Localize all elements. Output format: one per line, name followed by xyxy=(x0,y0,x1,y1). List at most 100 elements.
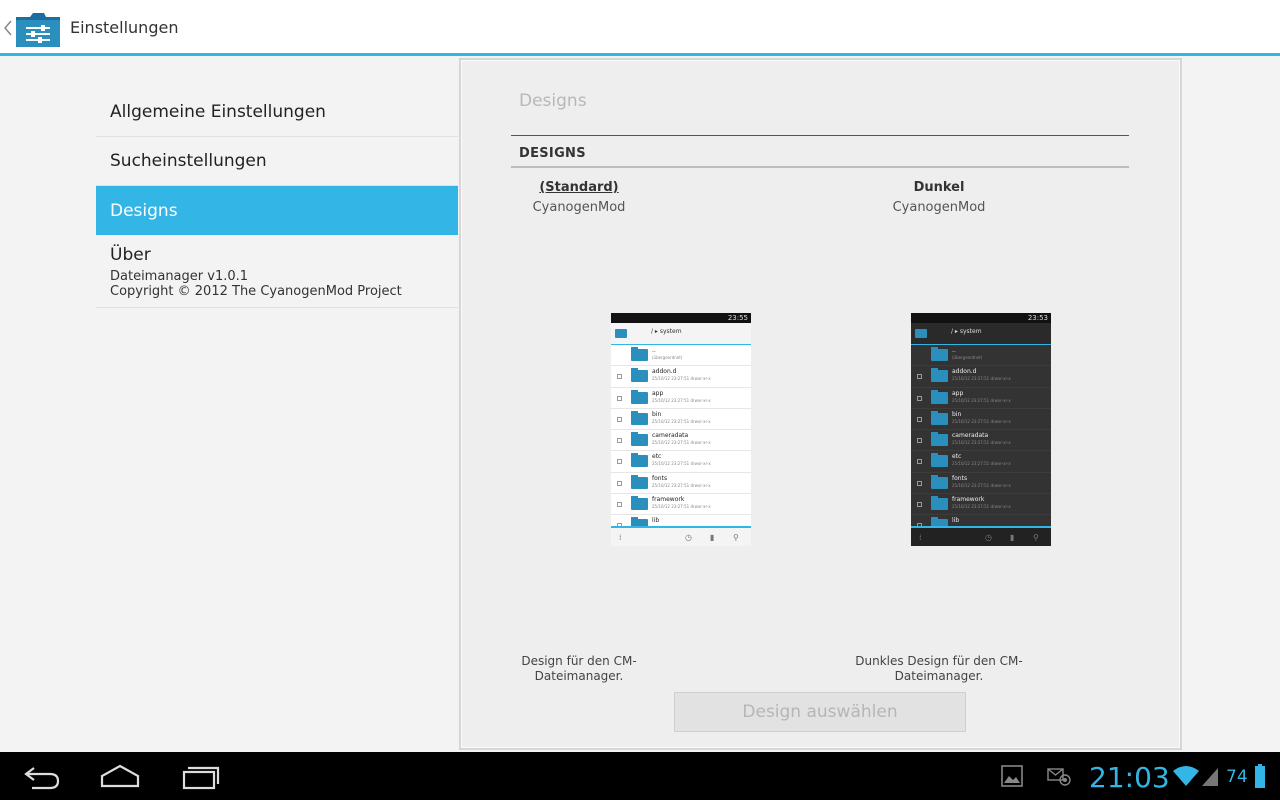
gallery-notification-icon[interactable] xyxy=(1000,764,1024,788)
preview-file-name: app xyxy=(952,389,964,397)
folder-icon xyxy=(931,432,948,447)
select-design-button[interactable]: Design auswählen xyxy=(674,692,966,732)
preview-history-icon: ◷ xyxy=(685,533,692,542)
header-title: Sucheinstellungen xyxy=(110,151,267,171)
app-settings-icon xyxy=(16,13,60,47)
preview-file-meta: (übergeordnet) xyxy=(652,355,683,360)
mail-notification-icon[interactable] xyxy=(1046,766,1072,788)
folder-icon xyxy=(931,496,948,511)
header-title: Allgemeine Einstellungen xyxy=(110,102,326,122)
preview-file-row: fonts 25/10/12 23:27:51 drwxr-xr-x xyxy=(611,473,751,495)
battery-level: 74 xyxy=(1226,767,1248,787)
preview-clock: 23:55 xyxy=(727,314,748,322)
preview-file-row: etc 25/10/12 23:27:51 drwxr-xr-x xyxy=(911,451,1051,473)
up-navigation[interactable] xyxy=(0,0,68,56)
folder-icon xyxy=(931,410,948,425)
header-title: Designs xyxy=(110,201,178,221)
theme-description: Dunkles Design für den CM- Dateimanager. xyxy=(855,654,1023,683)
preview-file-row: cameradata 25/10/12 23:27:51 drwxr-xr-x xyxy=(611,430,751,452)
preview-file-name: etc xyxy=(652,453,662,461)
preview-file-name: addon.d xyxy=(652,368,677,376)
preview-clock: 23:53 xyxy=(1027,314,1048,322)
preview-file-list: .. (übergeordnet) addon.d 25/10/12 23:27:51… xyxy=(611,345,751,537)
preview-checkbox xyxy=(917,416,922,422)
preview-navigation-bar: / ▸ system xyxy=(611,323,751,345)
header-about[interactable]: Über Dateimanager v1.0.1 Copyright © 201… xyxy=(96,235,458,308)
system-bar: 21:03 74 xyxy=(0,752,1280,800)
preview-file-meta: 25/10/12 23:27:51 drwxr-xr-x xyxy=(952,504,1011,510)
preview-file-name: fonts xyxy=(652,474,668,482)
nav-recent-icon[interactable] xyxy=(178,762,222,790)
header-title: Über xyxy=(110,245,151,265)
preview-file-name: bin xyxy=(952,410,962,418)
preview-file-name: .. xyxy=(952,347,956,354)
preview-navigation-bar: / ▸ system xyxy=(911,323,1051,345)
preview-file-meta: 25/10/12 23:27:51 drwxr-xr-x xyxy=(652,440,711,446)
nav-home-icon[interactable] xyxy=(98,762,142,790)
preview-status-bar: 23:53 xyxy=(911,313,1051,323)
preview-search-icon: ⚲ xyxy=(733,533,739,542)
preview-checkbox xyxy=(617,395,622,401)
folder-icon xyxy=(931,453,948,468)
header-general-settings[interactable]: Allgemeine Einstellungen xyxy=(96,88,458,137)
folder-icon xyxy=(931,347,948,361)
preview-app-icon xyxy=(915,329,927,338)
header-designs[interactable]: Designs xyxy=(96,186,458,235)
about-version: Dateimanager v1.0.1 xyxy=(110,269,249,284)
preview-history-icon: ◷ xyxy=(985,533,992,542)
designs-panel: Designs DESIGNS (Standard) CyanogenMod D… xyxy=(459,58,1182,750)
preview-checkbox xyxy=(917,480,922,486)
folder-icon xyxy=(631,347,648,361)
preview-menu-icon: ⁞ xyxy=(919,533,922,542)
preview-file-meta: (übergeordnet) xyxy=(952,355,983,360)
theme-name: Dunkel xyxy=(913,180,965,195)
preview-bookmark-icon: ▮ xyxy=(710,533,715,542)
preview-file-row: addon.d 25/10/12 23:27:51 drwxr-xr-x xyxy=(611,366,751,388)
preview-checkbox xyxy=(617,438,622,444)
preview-checkbox xyxy=(917,374,922,380)
preview-file-row: cameradata 25/10/12 23:27:51 drwxr-xr-x xyxy=(911,430,1051,452)
folder-icon xyxy=(931,474,948,489)
preview-file-meta: 25/10/12 23:27:51 drwxr-xr-x xyxy=(952,482,1011,488)
preview-file-name: framework xyxy=(952,496,985,504)
preview-checkbox xyxy=(617,459,622,465)
preview-file-row: bin 25/10/12 23:27:51 drwxr-xr-x xyxy=(911,409,1051,431)
preview-file-name: lib xyxy=(952,517,960,525)
preview-app-icon xyxy=(615,329,627,338)
folder-icon xyxy=(631,410,648,425)
about-copyright: Copyright © 2012 The CyanogenMod Project xyxy=(110,284,402,299)
preview-file-row: framework 25/10/12 23:27:51 drwxr-xr-x xyxy=(611,494,751,516)
category-label: DESIGNS xyxy=(519,146,586,161)
preview-file-name: etc xyxy=(952,453,962,461)
preview-file-name: .. xyxy=(652,347,656,354)
battery-icon xyxy=(1255,764,1265,788)
nav-back-icon[interactable] xyxy=(20,762,64,790)
preview-file-row: fonts 25/10/12 23:27:51 drwxr-xr-x xyxy=(911,473,1051,495)
header-search-settings[interactable]: Sucheinstellungen xyxy=(96,137,458,186)
preview-menu-icon: ⁞ xyxy=(619,533,622,542)
theme-author: CyanogenMod xyxy=(892,200,986,215)
preview-file-meta: 25/10/12 23:27:51 drwxr-xr-x xyxy=(952,461,1011,467)
settings-headers-list: Allgemeine Einstellungen Sucheinstellung… xyxy=(96,88,458,308)
preview-file-row: etc 25/10/12 23:27:51 drwxr-xr-x xyxy=(611,451,751,473)
preview-file-row: framework 25/10/12 23:27:51 drwxr-xr-x xyxy=(911,494,1051,516)
preview-file-row: bin 25/10/12 23:27:51 drwxr-xr-x xyxy=(611,409,751,431)
preview-file-meta: 25/10/12 23:27:51 drwxr-xr-x xyxy=(952,440,1011,446)
preview-file-name: fonts xyxy=(952,474,968,482)
preview-file-row: app 25/10/12 23:27:51 drwxr-xr-x xyxy=(911,388,1051,409)
theme-preview-light: 23:55 / ▸ system .. (übergeordnet) addon.d… xyxy=(611,313,751,546)
preview-file-meta: 25/10/12 23:27:51 drwxr-xr-x xyxy=(652,418,711,424)
preview-file-row: .. (übergeordnet) xyxy=(611,345,751,367)
preview-bookmark-icon: ▮ xyxy=(1010,533,1015,542)
preview-file-name: lib xyxy=(652,517,660,525)
theme-name: (Standard) xyxy=(539,180,619,195)
preview-path: / ▸ system xyxy=(951,328,982,335)
preview-file-name: bin xyxy=(652,410,662,418)
preview-file-meta: 25/10/12 23:27:51 drwxr-xr-x xyxy=(652,461,711,467)
preview-checkbox xyxy=(917,438,922,444)
preview-file-name: cameradata xyxy=(952,432,989,440)
theme-preview-dark: 23:53 / ▸ system .. (übergeordnet) addon.d… xyxy=(911,313,1051,546)
action-bar: Einstellungen xyxy=(0,0,1280,56)
preview-action-bar: ⁞ ◷ ▮ ⚲ xyxy=(911,526,1051,546)
preview-action-bar: ⁞ ◷ ▮ ⚲ xyxy=(611,526,751,546)
